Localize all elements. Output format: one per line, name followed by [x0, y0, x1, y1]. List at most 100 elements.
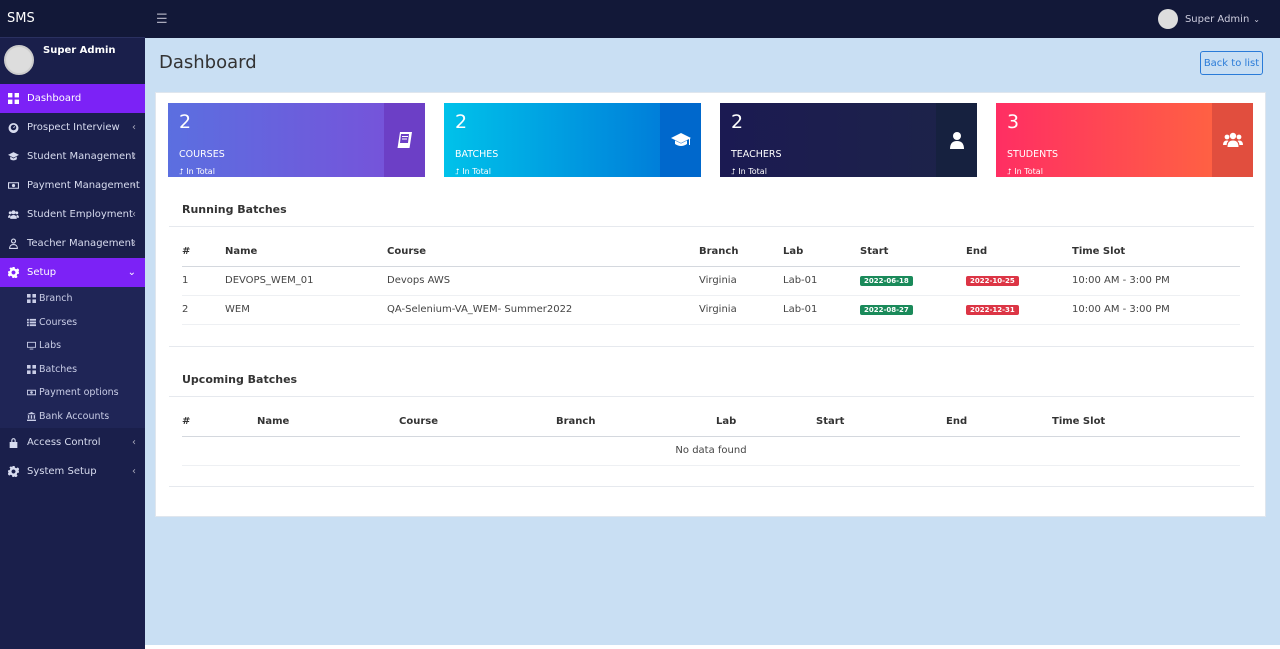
start-date-badge: 2022-08-27 [860, 305, 913, 315]
sidebar-item-bank-accounts[interactable]: Bank Accounts [0, 405, 145, 429]
end-date-badge: 2022-12-31 [966, 305, 1019, 315]
cell-course: Devops AWS [387, 266, 699, 296]
chevron-left-icon: ‹ [132, 238, 136, 249]
stat-label: TEACHERS [731, 149, 782, 160]
stat-card-courses[interactable]: 2 COURSES ⮥ In Total [168, 103, 425, 177]
stat-sub: ⮥ In Total [455, 167, 491, 176]
column-header[interactable]: Time Slot [1072, 237, 1240, 267]
graduation-cap-icon [7, 151, 19, 163]
grid-icon [27, 364, 37, 374]
list-icon [27, 318, 37, 327]
sidebar-item-system-setup[interactable]: System Setup ‹ [0, 457, 145, 486]
column-header[interactable]: Lab [716, 407, 816, 437]
setup-submenu: Branch Courses Labs Batches Payment opti… [0, 287, 145, 428]
gauge-icon [7, 122, 19, 134]
chevron-left-icon: ‹ [132, 466, 136, 477]
cell-num: 1 [182, 266, 225, 296]
column-header[interactable]: Name [225, 237, 387, 267]
sidebar: SMS Super Admin Dashboard Prospect Inter… [0, 0, 145, 649]
money-icon [7, 180, 19, 192]
sidebar-item-labs[interactable]: Labs [0, 334, 145, 358]
sidebar-item-setup[interactable]: Setup ⌄ [0, 258, 145, 287]
stat-card-students[interactable]: 3 STUDENTS ⮥ In Total [996, 103, 1253, 177]
cell-branch: Virginia [699, 295, 783, 325]
sidebar-item-student-employment[interactable]: Student Employment ‹ [0, 200, 145, 229]
brand-logo[interactable]: SMS [0, 0, 145, 38]
back-to-list-button[interactable]: Back to list [1200, 51, 1263, 75]
stat-value: 2 [455, 111, 468, 133]
users-icon [1212, 103, 1253, 177]
cell-start: 2022-08-27 [860, 295, 966, 325]
lock-icon [7, 437, 19, 449]
cell-end: 2022-12-31 [966, 295, 1072, 325]
sidebar-item-label: Branch [39, 293, 73, 305]
stat-card-teachers[interactable]: 2 TEACHERS ⮥ In Total [720, 103, 977, 177]
stat-label: BATCHES [455, 149, 499, 160]
sidebar-item-label: Prospect Interview [27, 122, 120, 133]
cell-slot: 10:00 AM - 3:00 PM [1072, 295, 1240, 325]
table-header-row: # Name Course Branch Lab Start End Time … [182, 237, 1240, 267]
divider [169, 226, 1254, 227]
table-row[interactable]: 1 DEVOPS_WEM_01 Devops AWS Virginia Lab-… [182, 266, 1240, 296]
sidebar-item-dashboard[interactable]: Dashboard [0, 84, 145, 113]
cell-num: 2 [182, 295, 225, 325]
cell-lab: Lab-01 [783, 295, 860, 325]
column-header[interactable]: Start [816, 407, 946, 437]
table-header-row: # Name Course Branch Lab Start End Time … [182, 407, 1240, 437]
column-header[interactable]: # [182, 407, 257, 437]
hamburger-menu-icon[interactable]: ☰ [156, 12, 168, 27]
page-title: Dashboard [159, 52, 257, 73]
sidebar-item-payment-options[interactable]: Payment options [0, 381, 145, 405]
stat-value: 3 [1007, 111, 1020, 133]
stat-sub: ⮥ In Total [1007, 167, 1043, 176]
monitor-icon [27, 341, 37, 350]
sidebar-item-courses[interactable]: Courses [0, 311, 145, 335]
table-row: No data found [182, 436, 1240, 466]
footer-strip [145, 645, 1280, 649]
column-header[interactable]: Lab [783, 237, 860, 267]
chevron-down-icon: ⌄ [1253, 14, 1260, 24]
sidebar-item-label: Labs [39, 340, 62, 352]
sidebar-item-payment-management[interactable]: Payment Management ‹ [0, 171, 145, 200]
sidebar-item-teacher-management[interactable]: Teacher Management ‹ [0, 229, 145, 258]
chevron-left-icon: ‹ [132, 209, 136, 220]
table-row[interactable]: 2 WEM QA-Selenium-VA_WEM- Summer2022 Vir… [182, 295, 1240, 325]
stat-sub: ⮥ In Total [731, 167, 767, 176]
sidebar-item-student-management[interactable]: Student Management ‹ [0, 142, 145, 171]
sidebar-item-batches[interactable]: Batches [0, 358, 145, 382]
sidebar-item-label: Payment Management [27, 180, 140, 191]
stat-card-batches[interactable]: 2 BATCHES ⮥ In Total [444, 103, 701, 177]
stat-label: STUDENTS [1007, 149, 1059, 160]
column-header[interactable]: Start [860, 237, 966, 267]
cell-course: QA-Selenium-VA_WEM- Summer2022 [387, 295, 699, 325]
column-header[interactable]: Branch [556, 407, 716, 437]
users-icon [7, 209, 19, 221]
user-menu[interactable]: Super Admin ⌄ [1157, 9, 1260, 29]
no-data-message: No data found [182, 436, 1240, 466]
cell-name: WEM [225, 295, 387, 325]
end-date-badge: 2022-10-25 [966, 276, 1019, 286]
cell-lab: Lab-01 [783, 266, 860, 296]
user-panel: Super Admin [0, 38, 145, 84]
column-header[interactable]: Name [257, 407, 399, 437]
column-header[interactable]: End [966, 237, 1072, 267]
grid-icon [27, 294, 37, 304]
column-header[interactable]: Course [399, 407, 556, 437]
column-header[interactable]: Branch [699, 237, 783, 267]
sidebar-item-prospect-interview[interactable]: Prospect Interview ‹ [0, 113, 145, 142]
sidebar-item-access-control[interactable]: Access Control ‹ [0, 428, 145, 457]
column-header[interactable]: Course [387, 237, 699, 267]
avatar [1157, 9, 1178, 29]
sidebar-item-branch[interactable]: Branch [0, 287, 145, 311]
user-menu-label: Super Admin [1184, 13, 1250, 25]
sidebar-menu-bottom: Access Control ‹ System Setup ‹ [0, 428, 145, 486]
column-header[interactable]: Time Slot [1052, 407, 1240, 437]
column-header[interactable]: End [946, 407, 1052, 437]
sidebar-item-label: System Setup [27, 466, 97, 477]
dashboard-icon [7, 93, 19, 105]
divider [169, 486, 1254, 487]
cell-name: DEVOPS_WEM_01 [225, 266, 387, 296]
divider [169, 396, 1254, 397]
column-header[interactable]: # [182, 237, 225, 267]
sidebar-menu: Dashboard Prospect Interview ‹ Student M… [0, 84, 145, 287]
